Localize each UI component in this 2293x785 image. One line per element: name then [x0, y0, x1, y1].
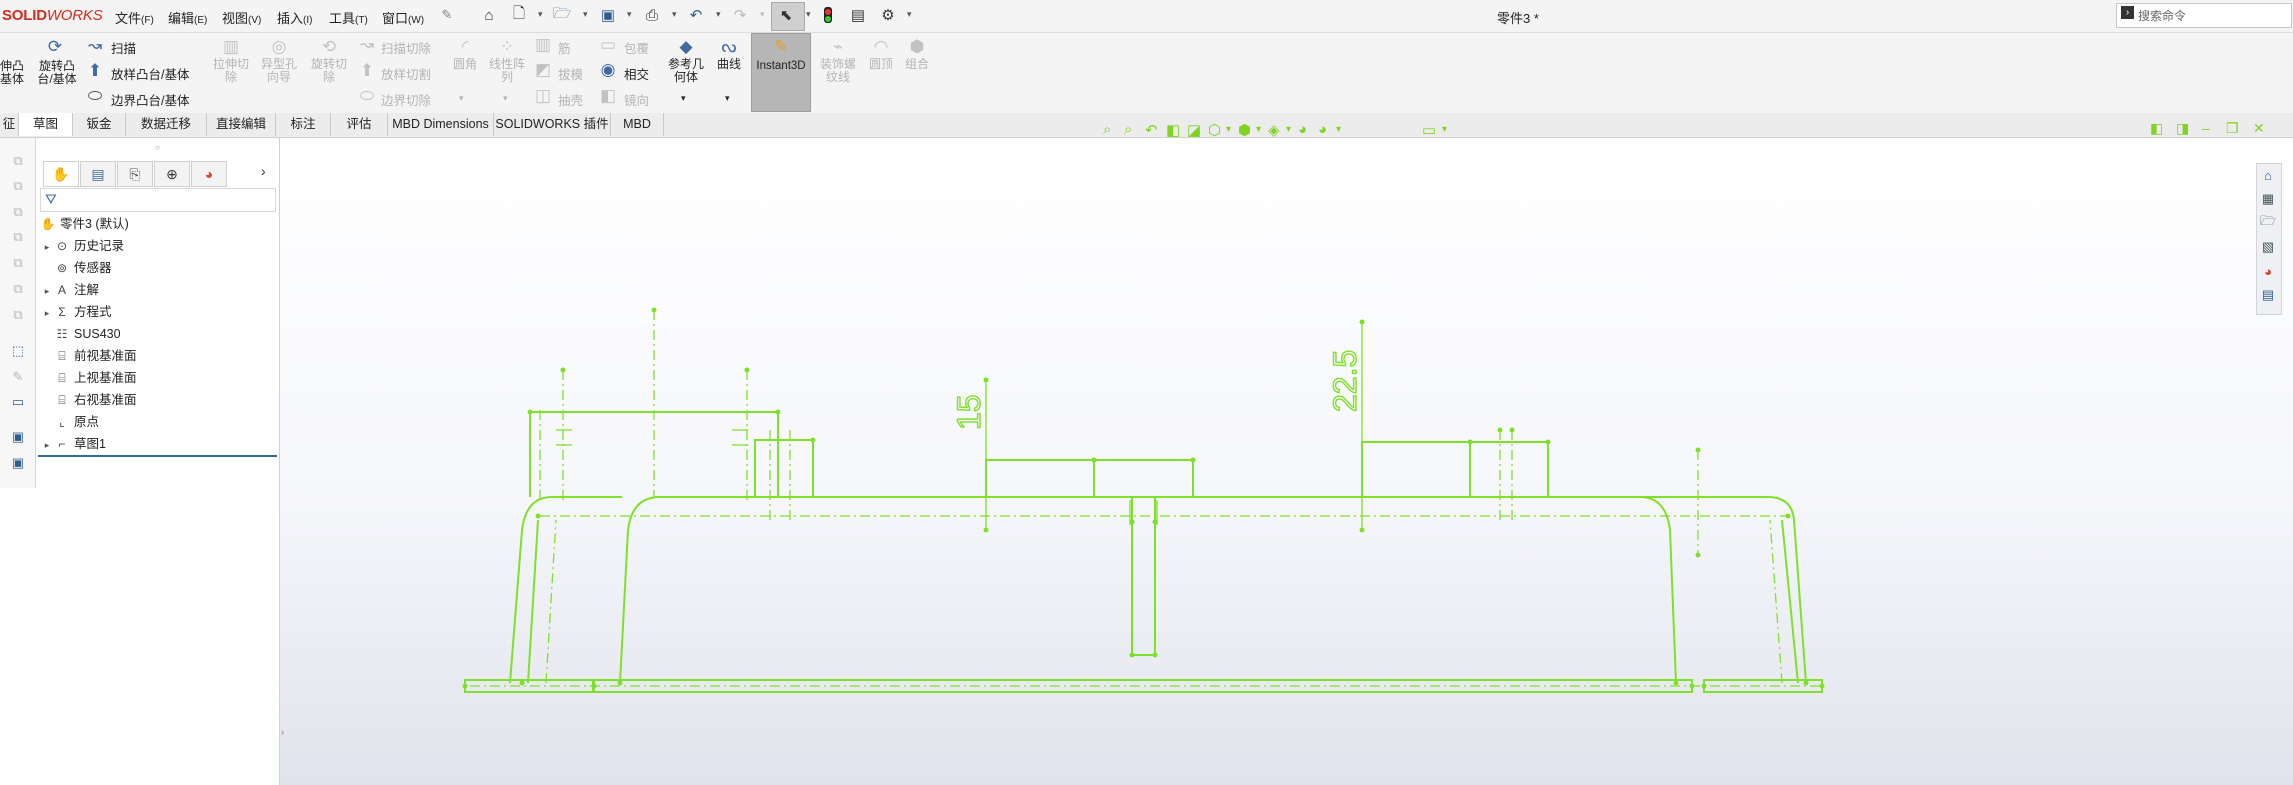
step-center-left [985, 459, 1095, 497]
boss-left [754, 439, 814, 497]
dimension-22-5[interactable]: 22.5 [1326, 349, 1363, 413]
slot-center [1131, 497, 1156, 656]
dimension-15[interactable]: 15 [950, 394, 987, 431]
centerline-holes [769, 430, 1513, 520]
boss-center [1093, 459, 1194, 497]
profile-left-wall [527, 519, 539, 684]
boss-right [1469, 441, 1549, 497]
outer-profile-right [1640, 496, 1807, 684]
centerline-inner-right [1769, 519, 1783, 684]
step-right [1361, 441, 1470, 497]
hole-marks-left [556, 429, 748, 446]
outer-profile-left [509, 496, 622, 684]
sketch-canvas[interactable]: 15 22.5 [0, 0, 2293, 785]
centerline-inner-left [545, 519, 557, 684]
